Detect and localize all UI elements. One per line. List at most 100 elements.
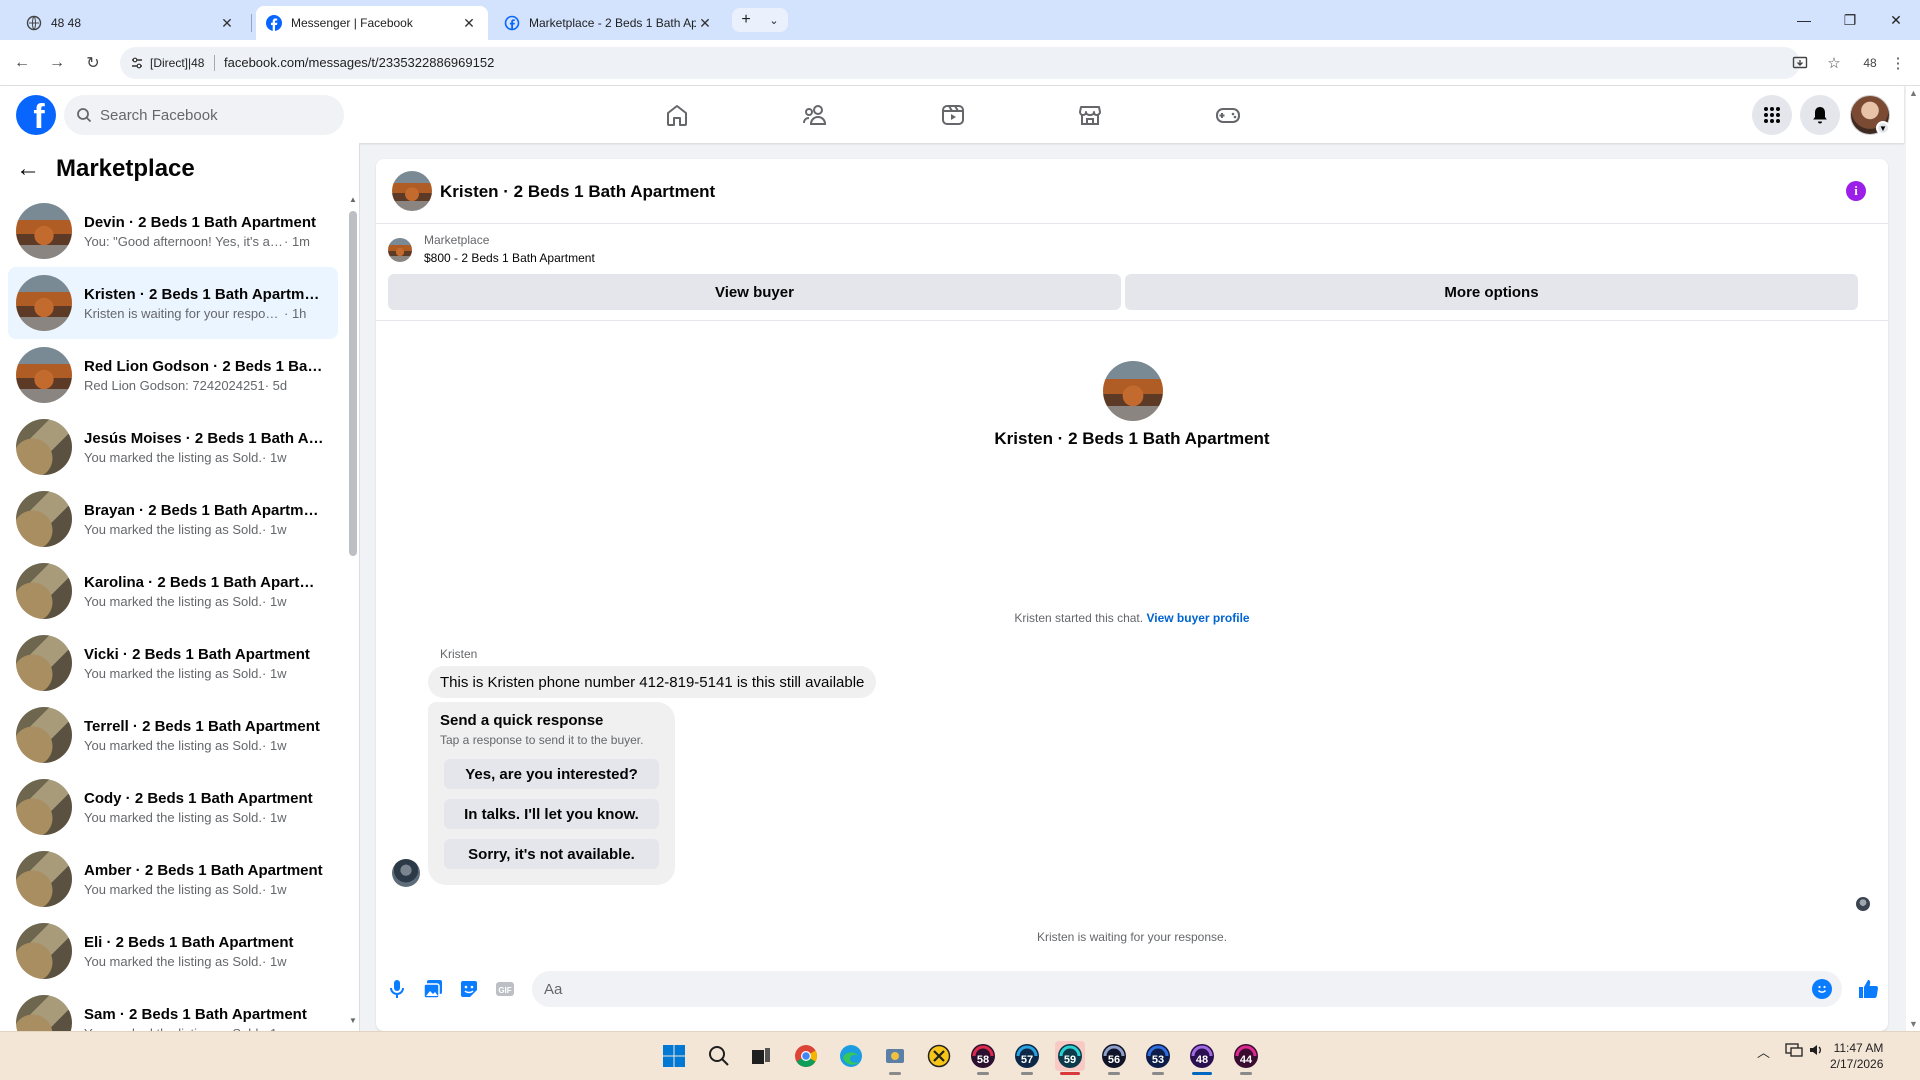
edge-icon[interactable]: [836, 1041, 866, 1071]
back-arrow-icon[interactable]: ←: [8, 49, 36, 77]
conversation-item[interactable]: Amber · 2 Beds 1 Bath Apartment You marke…: [8, 843, 338, 915]
browser-menu-icon[interactable]: ⋮: [1884, 49, 1912, 77]
scroll-down-icon[interactable]: ▼: [349, 1016, 357, 1025]
taskbar-app-57[interactable]: 57: [1012, 1041, 1042, 1075]
app-badge: 56: [1107, 1054, 1121, 1066]
notifications-button[interactable]: [1800, 95, 1840, 135]
profile-badge[interactable]: 48: [1856, 49, 1884, 77]
gif-icon[interactable]: GIF: [493, 977, 517, 1001]
photo-icon[interactable]: [421, 977, 445, 1001]
nav-marketplace[interactable]: [1035, 86, 1145, 143]
window-close-icon[interactable]: ✕: [1882, 8, 1910, 32]
listing-thumbnail: [16, 275, 72, 331]
chevron-down-icon[interactable]: ▼: [1876, 121, 1890, 135]
install-app-icon[interactable]: [1786, 49, 1814, 77]
conversation-preview: Red Lion Godson: 7242024251 · 5d: [84, 378, 324, 393]
conversation-item[interactable]: Karolina · 2 Beds 1 Bath Apartm... You ma…: [8, 555, 338, 627]
chat-title[interactable]: Kristen · 2 Beds 1 Bath Apartment: [440, 182, 715, 202]
conversation-item[interactable]: Brayan · 2 Beds 1 Bath Apartment You mark…: [8, 483, 338, 555]
close-icon[interactable]: ✕: [696, 15, 714, 32]
scrollbar-thumb[interactable]: [349, 211, 357, 556]
taskbar-app-56[interactable]: 56: [1099, 1041, 1129, 1075]
browser-tab-3[interactable]: Marketplace - 2 Beds 1 Bath Ap ✕: [494, 6, 724, 40]
chrome-icon[interactable]: [791, 1041, 821, 1071]
conversation-item[interactable]: Red Lion Godson · 2 Beds 1 Bath... Red Li…: [8, 339, 338, 411]
app-badge: 59: [1063, 1054, 1077, 1066]
listing-avatar[interactable]: [392, 171, 432, 211]
app-icon[interactable]: [880, 1041, 910, 1075]
scroll-up-icon[interactable]: ▲: [349, 195, 357, 204]
nav-video[interactable]: [898, 86, 1008, 143]
view-buyer-profile-link[interactable]: View buyer profile: [1146, 611, 1249, 625]
taskbar-app-48[interactable]: 48: [1187, 1041, 1217, 1075]
taskbar-app-53[interactable]: 53: [1143, 1041, 1173, 1075]
search-box[interactable]: [64, 95, 344, 135]
quick-response-yes-button[interactable]: Yes, are you interested?: [444, 759, 659, 789]
conversation-item[interactable]: Kristen · 2 Beds 1 Bath Apartment Kristen…: [8, 267, 338, 339]
tray-chevron-up-icon[interactable]: ︿: [1757, 1042, 1770, 1061]
message-input-box[interactable]: [532, 971, 1842, 1007]
new-tab-icon[interactable]: +: [741, 11, 750, 29]
thumbs-up-icon[interactable]: [1854, 977, 1882, 1001]
close-icon[interactable]: ✕: [218, 15, 236, 32]
back-arrow-icon[interactable]: ←: [16, 155, 46, 183]
tab-title: Messenger | Facebook: [291, 16, 413, 30]
scroll-up-icon[interactable]: ▲: [1909, 88, 1918, 98]
quick-response-in-talks-button[interactable]: In talks. I'll let you know.: [444, 799, 659, 829]
view-buyer-button[interactable]: View buyer: [388, 274, 1121, 310]
listing-thumbnail[interactable]: [388, 238, 412, 262]
taskbar-app-58[interactable]: 58: [968, 1041, 998, 1075]
conversation-item[interactable]: Eli · 2 Beds 1 Bath Apartment You marked …: [8, 915, 338, 987]
facebook-logo-icon[interactable]: f: [16, 95, 56, 135]
emoji-icon[interactable]: [1812, 979, 1832, 999]
task-view-icon[interactable]: [746, 1041, 776, 1071]
forward-arrow-icon[interactable]: →: [43, 49, 71, 77]
search-input[interactable]: [100, 106, 320, 124]
conversation-item[interactable]: Vicki · 2 Beds 1 Bath Apartment You marke…: [8, 627, 338, 699]
conversation-item[interactable]: Devin · 2 Beds 1 Bath Apartment You: "Goo…: [8, 195, 338, 267]
preview-time: · 1w: [262, 881, 287, 897]
scroll-down-icon[interactable]: ▼: [1909, 1019, 1918, 1029]
info-icon[interactable]: i: [1846, 181, 1866, 201]
xbox-icon[interactable]: [924, 1041, 954, 1071]
minimize-icon[interactable]: —: [1790, 8, 1818, 32]
sender-avatar[interactable]: [392, 859, 420, 887]
system-clock[interactable]: 11:47 AM 2/17/2026: [1830, 1040, 1883, 1072]
sticker-icon[interactable]: [457, 977, 481, 1001]
reload-icon[interactable]: ↻: [79, 49, 107, 77]
taskbar-app-59[interactable]: 59: [1055, 1041, 1085, 1075]
conversation-name: Jesús Moises · 2 Beds 1 Bath Apa...: [84, 429, 324, 447]
conversation-item[interactable]: Sam · 2 Beds 1 Bath ApartmentYou marked …: [8, 987, 338, 1031]
more-options-button[interactable]: More options: [1125, 274, 1858, 310]
site-info-chip[interactable]: [Direct]|48: [130, 53, 216, 73]
tab-search-chevron-icon[interactable]: ⌄: [769, 14, 778, 27]
app-badge: 53: [1151, 1054, 1165, 1066]
microphone-icon[interactable]: [385, 977, 409, 1001]
listing-thumbnail: [16, 635, 72, 691]
listing-thumbnail: [16, 779, 72, 835]
scrollbar[interactable]: ▲ ▼: [349, 195, 357, 1025]
conversation-item[interactable]: Jesús Moises · 2 Beds 1 Bath Apa... You m…: [8, 411, 338, 483]
taskbar-app-44[interactable]: 44: [1231, 1041, 1261, 1075]
menu-grid-button[interactable]: [1752, 95, 1792, 135]
page-scrollbar[interactable]: ▲ ▼: [1906, 86, 1920, 1031]
restore-icon[interactable]: ❐: [1836, 8, 1864, 32]
nav-gaming[interactable]: [1173, 86, 1283, 143]
network-icon[interactable]: [1785, 1042, 1803, 1061]
message-input[interactable]: [544, 971, 1784, 1007]
address-bar[interactable]: [Direct]|48 facebook.com/messages/t/2335…: [120, 47, 1800, 79]
search-icon[interactable]: [704, 1041, 734, 1071]
bookmark-star-icon[interactable]: ☆: [1820, 49, 1848, 77]
quick-response-not-available-button[interactable]: Sorry, it's not available.: [444, 839, 659, 869]
marketplace-chat-list: ← Marketplace Devin · 2 Beds 1 Bath Apar…: [0, 143, 360, 1031]
listing-price-title[interactable]: $800 - 2 Beds 1 Bath Apartment: [424, 251, 595, 265]
windows-start-icon[interactable]: [659, 1041, 689, 1071]
browser-tab-2[interactable]: Messenger | Facebook ✕: [256, 6, 488, 40]
close-icon[interactable]: ✕: [460, 15, 478, 32]
browser-tab-1[interactable]: 48 48 ✕: [16, 6, 246, 40]
volume-icon[interactable]: [1808, 1042, 1824, 1061]
nav-home[interactable]: [622, 86, 732, 143]
conversation-item[interactable]: Terrell · 2 Beds 1 Bath Apartment You mar…: [8, 699, 338, 771]
conversation-item[interactable]: Cody · 2 Beds 1 Bath Apartment You marked…: [8, 771, 338, 843]
nav-friends[interactable]: [760, 86, 870, 143]
